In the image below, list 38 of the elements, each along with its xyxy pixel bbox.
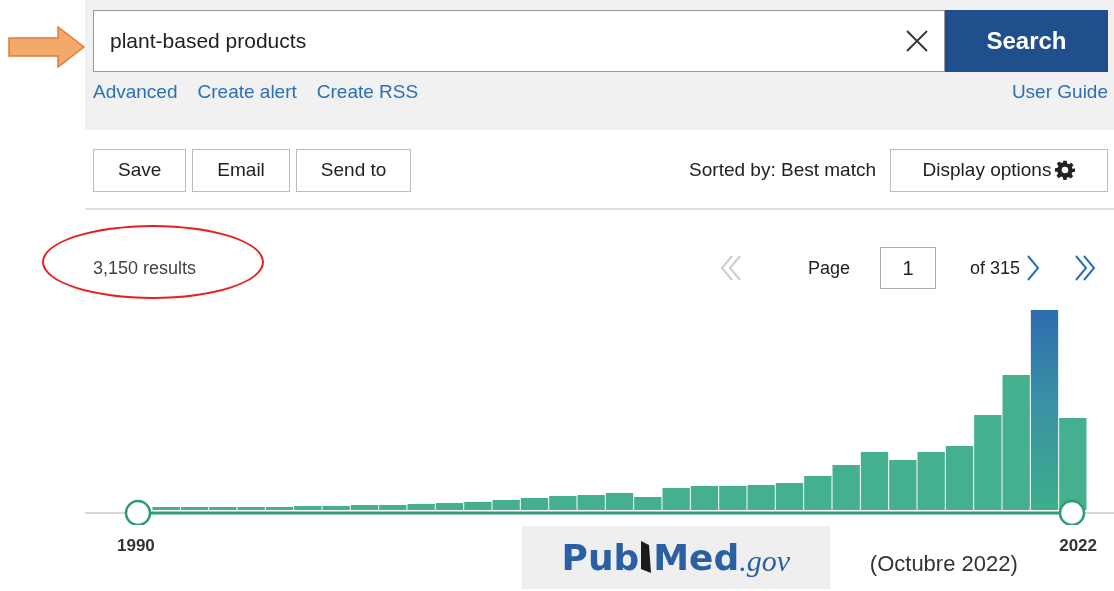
histogram-bar[interactable]	[435, 503, 464, 510]
range-handle[interactable]	[124, 499, 152, 525]
search-field[interactable]: plant-based products	[93, 10, 945, 72]
histogram-bar[interactable]	[775, 483, 804, 510]
user-guide-link[interactable]: User Guide	[1011, 78, 1108, 107]
search-link[interactable]: Create alert	[197, 78, 297, 107]
end-year: 2022	[1059, 535, 1097, 557]
logo-text: Med	[653, 535, 740, 580]
caption: (Octubre 2022)	[869, 550, 1018, 578]
search-link[interactable]: Create RSS	[316, 78, 419, 107]
logo-text: Pub	[561, 535, 640, 580]
results-count: 3,150 results	[93, 256, 197, 280]
histogram-bar[interactable]	[605, 493, 634, 510]
close-icon[interactable]	[906, 30, 928, 52]
action-button[interactable]: Email	[192, 148, 290, 192]
search-link[interactable]: Advanced	[93, 78, 178, 107]
histogram-bar[interactable]	[265, 507, 294, 510]
action-button[interactable]: Save	[93, 148, 187, 192]
histogram-bar[interactable]	[520, 498, 549, 510]
page-total: of 315	[969, 256, 1020, 280]
histogram-bar[interactable]	[180, 507, 209, 510]
range-handle[interactable]	[1058, 499, 1086, 525]
histogram-bar[interactable]	[1030, 310, 1059, 510]
start-year: 1990	[117, 535, 155, 557]
page-label: Page	[807, 256, 850, 280]
page-number-field[interactable]: 1	[879, 247, 936, 289]
search-value: plant-based products	[110, 28, 308, 55]
histogram-bar[interactable]	[690, 486, 719, 510]
logo-suffix: .gov	[739, 543, 791, 579]
search-button[interactable]: Search	[945, 10, 1108, 72]
histogram-bar[interactable]	[945, 446, 974, 510]
settings-icon	[1055, 160, 1076, 180]
histogram-bar[interactable]	[350, 505, 379, 510]
histogram-bar[interactable]	[1059, 418, 1087, 510]
display-options-button[interactable]: Display options	[890, 148, 1108, 192]
sort-label[interactable]: Sorted by: Best match	[689, 155, 876, 185]
histogram-bar[interactable]	[860, 452, 889, 510]
action-button[interactable]: Send to	[295, 148, 412, 192]
